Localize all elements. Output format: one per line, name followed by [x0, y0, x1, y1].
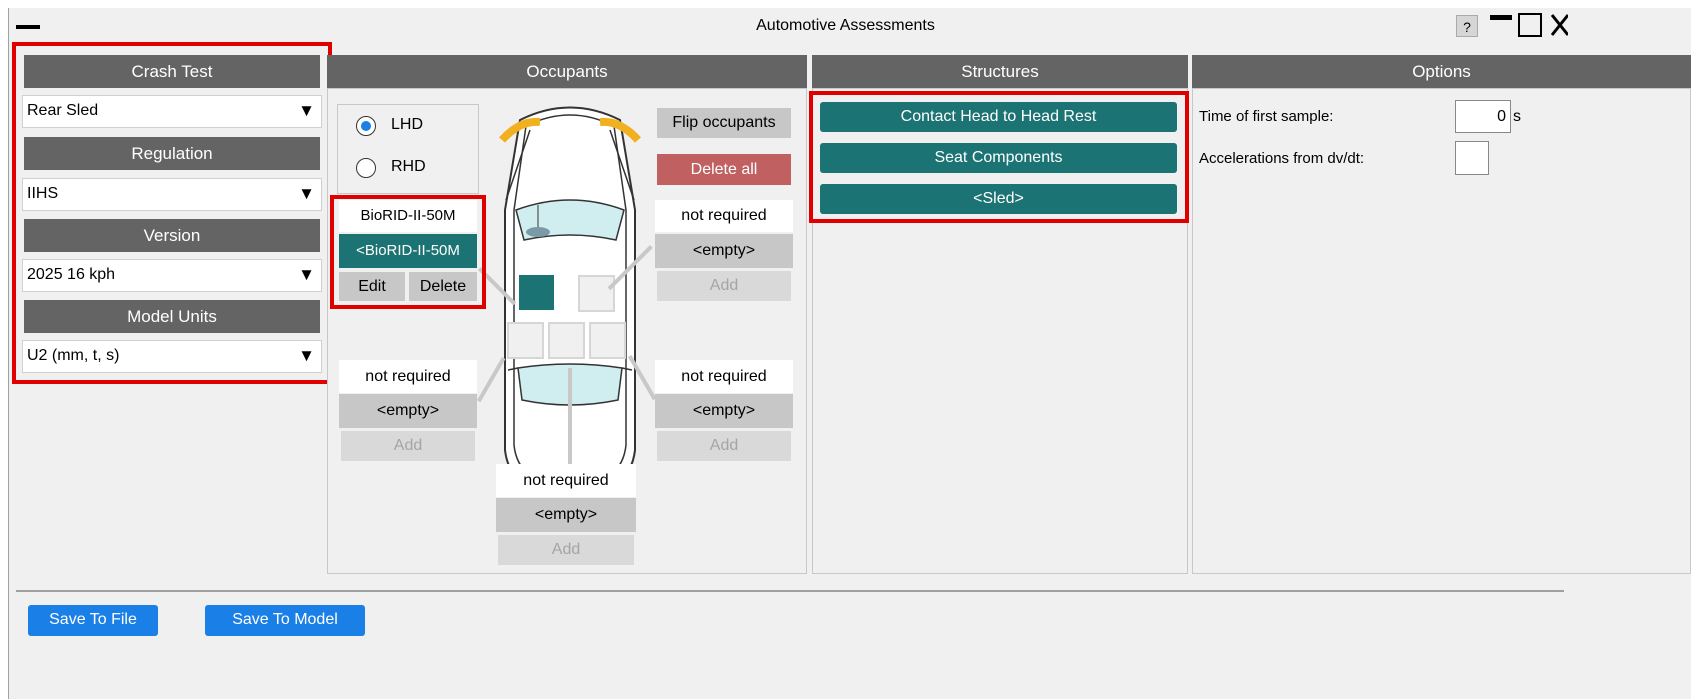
crash-test-highlight	[12, 42, 332, 384]
driver-seat[interactable]	[519, 275, 554, 310]
rear-right-add-button[interactable]: Add	[657, 431, 791, 461]
rear-middle-status: not required	[496, 464, 636, 497]
rear-left-status: not required	[339, 360, 477, 393]
footer-divider	[16, 590, 1564, 592]
driver-highlight	[330, 195, 486, 309]
delete-all-button[interactable]: Delete all	[657, 154, 791, 185]
rhd-label: RHD	[391, 158, 426, 175]
front-passenger-status: not required	[655, 200, 793, 232]
structures-header: Structures	[812, 55, 1188, 88]
rear-middle-add-button[interactable]: Add	[498, 535, 634, 565]
save-to-model-button[interactable]: Save To Model	[205, 605, 365, 636]
rear-left-add-button[interactable]: Add	[341, 431, 475, 461]
rear-right-status: not required	[655, 360, 793, 393]
close-icon[interactable]	[1550, 13, 1568, 37]
front-passenger-occupant[interactable]: <empty>	[655, 234, 793, 268]
structures-highlight	[809, 91, 1189, 223]
accel-label: Accelerations from dv/dt:	[1199, 150, 1365, 167]
window-title: Automotive Assessments	[756, 17, 935, 34]
rear-middle-seat[interactable]	[548, 322, 585, 359]
first-sample-input[interactable]: 0	[1455, 100, 1511, 133]
occupants-header: Occupants	[327, 55, 807, 88]
first-sample-unit: s	[1513, 108, 1521, 125]
flip-occupants-button[interactable]: Flip occupants	[657, 108, 791, 138]
accel-checkbox[interactable]	[1455, 141, 1489, 175]
radio-selected-dot	[361, 121, 371, 131]
rear-right-occupant[interactable]: <empty>	[655, 394, 793, 428]
rear-left-occupant[interactable]: <empty>	[339, 394, 477, 428]
lhd-radio[interactable]	[356, 116, 376, 136]
rear-left-seat[interactable]	[507, 322, 544, 359]
front-passenger-seat[interactable]	[578, 275, 615, 312]
mirror-icon	[526, 227, 550, 237]
rhd-radio[interactable]	[356, 158, 376, 178]
options-header: Options	[1192, 55, 1691, 88]
front-passenger-add-button[interactable]: Add	[657, 271, 791, 301]
maximize-icon[interactable]	[1518, 13, 1542, 37]
rear-right-seat[interactable]	[589, 322, 626, 359]
first-sample-label: Time of first sample:	[1199, 108, 1334, 125]
help-button[interactable]: ?	[1456, 15, 1478, 37]
save-to-file-button[interactable]: Save To File	[28, 605, 158, 636]
lhd-label: LHD	[391, 116, 424, 133]
minimize-icon[interactable]	[1490, 15, 1512, 20]
rear-middle-occupant[interactable]: <empty>	[496, 498, 636, 532]
